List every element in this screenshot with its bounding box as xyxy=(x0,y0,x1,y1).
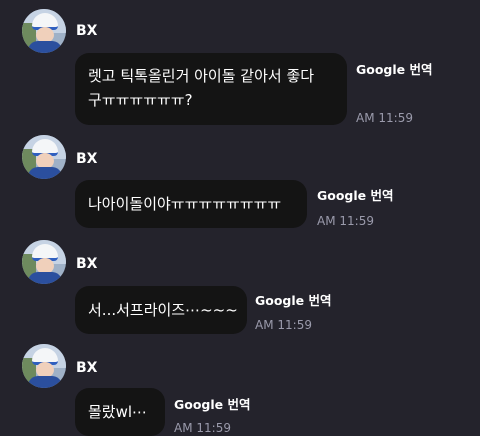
google-translate-button[interactable]: Google 번역 xyxy=(174,394,251,413)
google-translate-button[interactable]: Google 번역 xyxy=(317,185,394,204)
message-bubble[interactable]: 렛고 틱톡올린거 아이돌 같아서 좋다 구ㅠㅠㅠㅠㅠㅠ? xyxy=(75,53,347,125)
message-bubble[interactable]: 몰랐wl⋯ xyxy=(75,388,165,436)
message-bubble[interactable]: 나아이돌이야ㅠㅠㅠㅠㅠㅠㅠㅠ xyxy=(75,180,307,228)
timestamp: AM 11:59 xyxy=(174,421,231,435)
sender-name[interactable]: BX xyxy=(76,360,97,376)
message-text-line: 나아이돌이야ㅠㅠㅠㅠㅠㅠㅠㅠ xyxy=(88,195,282,213)
message-text-line: 서...서프라이즈⋯~~~ xyxy=(88,301,238,319)
avatar[interactable] xyxy=(22,135,66,179)
sender-name[interactable]: BX xyxy=(76,23,97,39)
message-text-line: 렛고 틱톡올린거 아이돌 같아서 좋다 xyxy=(88,67,315,85)
sender-name[interactable]: BX xyxy=(76,151,97,167)
message-text-line: 몰랐wl⋯ xyxy=(88,403,148,421)
timestamp: AM 11:59 xyxy=(255,318,312,332)
message-bubble[interactable]: 서...서프라이즈⋯~~~ xyxy=(75,286,247,334)
avatar[interactable] xyxy=(22,9,66,53)
avatar[interactable] xyxy=(22,240,66,284)
message-text-line: 구ㅠㅠㅠㅠㅠㅠ? xyxy=(88,91,193,109)
timestamp: AM 11:59 xyxy=(356,111,413,125)
google-translate-button[interactable]: Google 번역 xyxy=(255,290,332,309)
avatar[interactable] xyxy=(22,344,66,388)
timestamp: AM 11:59 xyxy=(317,214,374,228)
google-translate-button[interactable]: Google 번역 xyxy=(356,59,433,78)
sender-name[interactable]: BX xyxy=(76,256,97,272)
